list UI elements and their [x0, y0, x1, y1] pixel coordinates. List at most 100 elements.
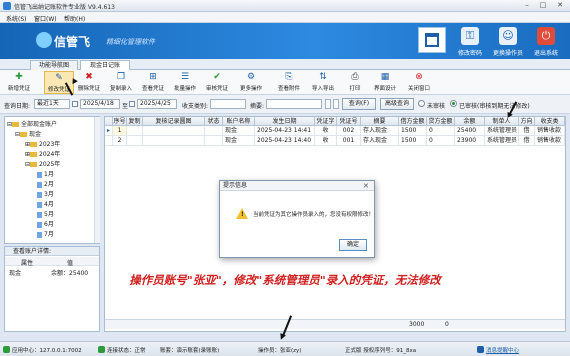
- minimize-button[interactable]: –: [520, 1, 534, 10]
- close-window-button[interactable]: ✕: [553, 1, 567, 10]
- switch-operator-button[interactable]: ☺ 更换操作员: [488, 27, 528, 57]
- view-voucher-button[interactable]: ⊞ 查看凭证: [138, 71, 168, 94]
- date-from-checkbox[interactable]: [72, 101, 78, 107]
- category-input[interactable]: [210, 99, 246, 109]
- table-row[interactable]: 2 现金 2025-04-23 14:40 收 001 存入现金 1500 0 …: [105, 136, 565, 146]
- folder-icon: [30, 142, 38, 147]
- maximize-button[interactable]: □: [536, 1, 550, 10]
- logo-icon: [36, 32, 52, 48]
- radio-unaudited-label: 未审核: [427, 103, 446, 110]
- more-icon: ⚙: [246, 72, 256, 82]
- page-icon: [37, 231, 42, 238]
- col-balance[interactable]: 余额: [455, 117, 485, 126]
- title-bar: 信管飞出纳记账软件专业版 V9.4.613 – □ ✕: [0, 0, 570, 12]
- tab-navigation[interactable]: 功能导航图: [30, 60, 78, 70]
- close-window-tool-button[interactable]: ⊗ 关闭窗口: [404, 71, 434, 94]
- tree-year-2024[interactable]: ⊞ 2024年: [25, 149, 60, 158]
- summary-label: 摘要:: [250, 103, 265, 110]
- page-icon: [37, 171, 42, 178]
- radio-audited[interactable]: [450, 100, 457, 107]
- tree-account[interactable]: ⊟ 现金: [15, 129, 41, 138]
- col-review[interactable]: 复核记录圆图: [143, 117, 205, 126]
- message-icon: [477, 346, 484, 353]
- app-center-icon: [3, 346, 10, 353]
- check-icon: ✔: [213, 72, 221, 82]
- calendar-icon[interactable]: [418, 27, 446, 53]
- power-icon: ⏻: [537, 27, 555, 45]
- date-to-input[interactable]: 2025/4/25: [137, 99, 177, 109]
- tree-scrollbar[interactable]: [94, 117, 100, 243]
- menu-system[interactable]: 系统(S): [6, 14, 27, 23]
- batch-operation-button[interactable]: ☰ 批量操作: [170, 71, 200, 94]
- tree-month[interactable]: 2月: [37, 179, 54, 188]
- plus-icon: ✚: [15, 72, 23, 82]
- copy-entry-button[interactable]: ❐ 复制录入: [106, 71, 136, 94]
- exit-system-button[interactable]: ⏻ 退出系统: [526, 27, 566, 57]
- tree-month[interactable]: 3月: [37, 189, 54, 198]
- tree-month[interactable]: 4月: [37, 199, 54, 208]
- table-row[interactable]: ▸ 1 现金 2025-04-23 14:41 收 002 存入现金 1500 …: [105, 126, 565, 136]
- col-credit[interactable]: 贷方金额: [427, 117, 455, 126]
- col-status[interactable]: 状态: [205, 117, 223, 126]
- col-direction[interactable]: 方向: [519, 117, 535, 126]
- view-attachment-button[interactable]: ⎘ 查看附件: [274, 71, 304, 94]
- col-seq[interactable]: 序号: [113, 117, 127, 126]
- print-button[interactable]: ⎙ 打印: [340, 71, 370, 94]
- layout-design-button[interactable]: ▦ 界面设计: [370, 71, 400, 94]
- arrowhead-icon: [278, 333, 286, 341]
- tree-month[interactable]: 7月: [37, 229, 54, 238]
- menu-help[interactable]: 帮助(H): [64, 14, 85, 23]
- more-operations-button[interactable]: ⚙ 更多操作: [236, 71, 266, 94]
- message-center-link[interactable]: 消息提醒中心: [486, 346, 519, 354]
- period-select[interactable]: 最近1天: [34, 99, 70, 109]
- audit-voucher-button[interactable]: ✔ 审核凭证: [202, 71, 232, 94]
- change-password-button[interactable]: ⚿ 修改密码: [450, 27, 490, 57]
- delete-voucher-button[interactable]: ✖ 删除凭证: [74, 71, 104, 94]
- row-pointer-icon: ▸: [105, 126, 113, 136]
- col-voucher-word[interactable]: 凭证字: [315, 117, 337, 126]
- tree-month[interactable]: 1月: [37, 169, 54, 178]
- advanced-query-button[interactable]: 高级查询: [380, 98, 414, 110]
- summary-input[interactable]: [266, 99, 322, 109]
- printer-icon: ⎙: [351, 72, 359, 82]
- summary-dropdown[interactable]: [325, 99, 331, 109]
- col-debit[interactable]: 借方金额: [399, 117, 427, 126]
- tree-month[interactable]: 6月: [37, 219, 54, 228]
- query-bar: 查询日期: 最近1天 2025/4/18 至 2025/4/25 收支类别: 摘…: [0, 95, 570, 114]
- page-icon: [37, 201, 42, 208]
- status-account-set: 账套：演示账套(录账账): [160, 348, 220, 354]
- import-export-icon: ⇅: [319, 72, 327, 82]
- query-button[interactable]: 查询(F): [342, 98, 376, 110]
- col-category[interactable]: 收支类: [535, 117, 565, 126]
- tree-year-2023[interactable]: ⊞ 2023年: [25, 139, 60, 148]
- radio-unaudited[interactable]: [418, 100, 425, 107]
- summary-clear[interactable]: [333, 99, 339, 109]
- detail-row: 现金 余额：25400: [9, 270, 89, 277]
- brand-logo: 信管飞: [54, 35, 91, 49]
- tree-month[interactable]: 5月: [37, 209, 54, 218]
- col-value: 值: [67, 260, 74, 267]
- col-account[interactable]: 账户名称: [223, 117, 255, 126]
- dialog-close-icon[interactable]: ✕: [363, 182, 369, 190]
- status-connection: 连接状态：正常: [107, 348, 146, 354]
- col-voucher-no[interactable]: 凭证号: [337, 117, 361, 126]
- tab-cash-journal[interactable]: 现金日记账: [80, 60, 130, 70]
- detail-header: 查看账户详情:: [5, 247, 99, 256]
- ok-button[interactable]: 确定: [339, 239, 367, 251]
- date-from-input[interactable]: 2025/4/18: [80, 99, 120, 109]
- tree-year-2025[interactable]: ⊟ 2025年: [25, 159, 60, 168]
- tree-root[interactable]: ⊟ 全部现金账户: [7, 119, 57, 128]
- date-to-checkbox[interactable]: [129, 101, 135, 107]
- annotation-text: 操作员账号"张亚"，修改"系统管理员"录入的凭证，无法修改: [129, 273, 441, 287]
- col-maker[interactable]: 制单人: [485, 117, 519, 126]
- detail-columns: 属性 值: [5, 257, 99, 267]
- folder-icon: [20, 132, 28, 137]
- page-icon: [37, 211, 42, 218]
- col-summary[interactable]: 摘要: [361, 117, 399, 126]
- app-icon: [3, 2, 11, 10]
- col-date[interactable]: 发生日期: [255, 117, 315, 126]
- col-copy[interactable]: 复制: [127, 117, 143, 126]
- menu-window[interactable]: 窗口(W): [34, 14, 57, 23]
- import-export-button[interactable]: ⇅ 导入导出: [308, 71, 338, 94]
- new-voucher-button[interactable]: ✚ 新增凭证: [4, 71, 34, 94]
